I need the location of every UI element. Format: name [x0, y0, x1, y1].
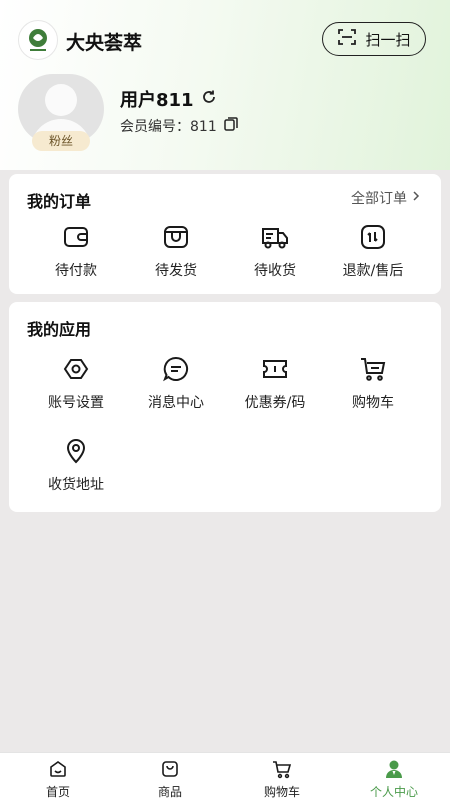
person-icon — [383, 759, 405, 779]
coupon-icon — [260, 354, 290, 384]
app-shopping-cart[interactable]: 购物车 — [319, 354, 427, 418]
app-label: 购物车 — [352, 395, 394, 411]
refund-icon — [358, 222, 388, 252]
member-number-text: 会员编号：811 — [120, 119, 217, 135]
location-icon — [61, 436, 91, 466]
cart-icon — [358, 354, 388, 384]
tab-label: 个人中心 — [369, 785, 418, 799]
home-icon — [47, 759, 69, 779]
member-number: 会员编号：811 — [120, 116, 239, 136]
member-level-badge: 粉丝 — [32, 131, 90, 151]
order-label: 待收货 — [254, 263, 296, 279]
top-bar: 大央荟萃 扫一扫 — [0, 18, 450, 62]
order-refund[interactable]: 退款/售后 — [319, 222, 427, 286]
scan-button[interactable]: 扫一扫 — [322, 22, 426, 56]
bag-icon — [159, 759, 181, 779]
order-pending-receipt[interactable]: 待收货 — [221, 222, 329, 286]
order-pending-shipment[interactable]: 待发货 — [122, 222, 230, 286]
tab-cart[interactable]: 购物车 — [226, 759, 338, 799]
app-label: 优惠券/码 — [244, 395, 306, 411]
tab-label: 首页 — [45, 785, 70, 799]
tab-personal-center[interactable]: 个人中心 — [338, 759, 450, 799]
copy-icon[interactable] — [223, 116, 239, 136]
refresh-icon[interactable] — [200, 88, 218, 111]
wallet-icon — [61, 222, 91, 252]
app-account-settings[interactable]: 账号设置 — [22, 354, 130, 418]
tab-label: 商品 — [157, 785, 182, 799]
profile-section: 粉丝 用户811 会员编号：811 — [0, 74, 450, 154]
apps-title: 我的应用 — [27, 320, 92, 339]
app-logo — [18, 20, 58, 60]
cart-icon — [271, 759, 293, 779]
username-text: 用户811 — [120, 90, 194, 111]
tab-label: 购物车 — [263, 785, 300, 799]
order-label: 待发货 — [155, 263, 197, 279]
tab-home[interactable]: 首页 — [2, 759, 114, 799]
bottom-tab-bar: 首页 商品 购物车 个人中心 — [0, 752, 450, 800]
app-shipping-address[interactable]: 收货地址 — [22, 436, 130, 500]
order-label: 待付款 — [55, 263, 97, 279]
apps-card: 我的应用 账号设置 消息中心 优惠券/码 购物车 收货地址 — [9, 302, 441, 512]
all-orders-link[interactable]: 全部订单 — [351, 188, 421, 208]
order-pending-payment[interactable]: 待付款 — [22, 222, 130, 286]
settings-icon — [61, 354, 91, 384]
app-label: 收货地址 — [48, 477, 104, 493]
all-orders-label: 全部订单 — [351, 191, 407, 207]
app-label: 消息中心 — [148, 395, 204, 411]
tab-products[interactable]: 商品 — [114, 759, 226, 799]
orders-title: 我的订单 — [27, 192, 92, 211]
scan-icon — [337, 27, 357, 51]
app-message-center[interactable]: 消息中心 — [122, 354, 230, 418]
package-icon — [161, 222, 191, 252]
app-coupons[interactable]: 优惠券/码 — [221, 354, 329, 418]
scan-label: 扫一扫 — [365, 30, 411, 49]
order-label: 退款/售后 — [342, 263, 404, 279]
app-title: 大央荟萃 — [66, 32, 143, 54]
chevron-right-icon — [411, 190, 421, 206]
app-label: 账号设置 — [48, 395, 104, 411]
username: 用户811 — [120, 86, 218, 112]
orders-card: 我的订单 全部订单 待付款 待发货 待收货 退款/售后 — [9, 174, 441, 294]
message-icon — [161, 354, 191, 384]
delivery-truck-icon — [260, 222, 290, 252]
